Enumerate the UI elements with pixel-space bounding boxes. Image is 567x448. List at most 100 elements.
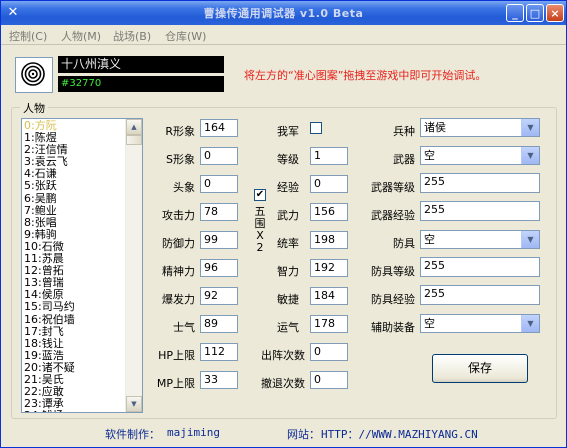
site-url[interactable]: HTTP：//WWW.MAZHIYANG.CN xyxy=(321,426,478,442)
author-label: 软件制作： xyxy=(105,428,160,441)
menu-bar: 控制(C) 人物(M) 战场(B) 仓库(W) xyxy=(1,25,566,45)
character-list[interactable]: 0:方阮 1:陈煜 2:汪信情 3:袁云飞 4:石谦 5:张跃 6:吴鹏 7:鲍业 8:张唱 9:… xyxy=(21,118,143,413)
save-button[interactable]: 保存 xyxy=(432,354,528,383)
minimize-button[interactable]: _ xyxy=(506,4,524,22)
list-item[interactable]: 7:鲍业 xyxy=(23,205,123,217)
head-image-label: 头象 xyxy=(173,181,195,194)
mp-max-field[interactable]: 33 xyxy=(200,371,238,389)
list-item[interactable]: 21:吴氏 xyxy=(23,374,123,386)
sorties-field[interactable]: 0 xyxy=(310,343,348,361)
list-item[interactable]: 18:钱让 xyxy=(23,338,123,350)
attack-field[interactable]: 78 xyxy=(200,203,238,221)
armor-exp-field[interactable]: 255 xyxy=(420,285,540,305)
agility-field[interactable]: 184 xyxy=(310,287,348,305)
list-item[interactable]: 15:司马约 xyxy=(23,301,123,313)
list-item[interactable]: 11:苏晨 xyxy=(23,253,123,265)
menu-warehouse[interactable]: 仓库(W) xyxy=(165,28,206,44)
our-army-label: 我军 xyxy=(277,125,299,138)
accessory-value: 空 xyxy=(424,317,435,330)
list-item[interactable]: 19:蓝浩 xyxy=(23,350,123,362)
scroll-down-icon[interactable]: ▼ xyxy=(126,396,142,412)
scroll-thumb[interactable] xyxy=(126,135,142,145)
list-item[interactable]: 23:谭承 xyxy=(23,398,123,410)
spirit-label: 精神力 xyxy=(162,265,195,278)
close-button[interactable]: × xyxy=(546,4,564,22)
weapon-select[interactable]: 空 ▼ xyxy=(420,146,540,165)
accessory-select[interactable]: 空 ▼ xyxy=(420,314,540,333)
chevron-down-icon[interactable]: ▼ xyxy=(521,315,539,332)
exp-label: 经验 xyxy=(277,181,299,194)
command-field[interactable]: 198 xyxy=(310,231,348,249)
spirit-field[interactable]: 96 xyxy=(200,259,238,277)
morale-label: 士气 xyxy=(173,321,195,334)
defense-label: 防御力 xyxy=(162,237,195,250)
attack-label: 攻击力 xyxy=(162,209,195,222)
hp-max-field[interactable]: 112 xyxy=(200,343,238,361)
chevron-down-icon[interactable]: ▼ xyxy=(521,119,539,136)
weapon-exp-field[interactable]: 255 xyxy=(420,201,540,221)
menu-battlefield[interactable]: 战场(B) xyxy=(113,28,151,44)
command-label: 统率 xyxy=(277,237,299,250)
list-item[interactable]: 8:张唱 xyxy=(23,217,123,229)
intel-label: 智力 xyxy=(277,265,299,278)
head-image-field[interactable]: 0 xyxy=(200,175,238,193)
list-item[interactable]: 2:汪信情 xyxy=(23,144,123,156)
list-item[interactable]: 14:侯原 xyxy=(23,289,123,301)
defense-field[interactable]: 99 xyxy=(200,231,238,249)
intel-field[interactable]: 192 xyxy=(310,259,348,277)
list-item[interactable]: 4:石谦 xyxy=(23,168,123,180)
armor-level-label: 防具等级 xyxy=(371,265,415,278)
our-army-checkbox[interactable] xyxy=(310,122,322,134)
list-item[interactable]: 0:方阮 xyxy=(23,120,123,132)
scroll-up-icon[interactable]: ▲ xyxy=(126,119,142,135)
list-item[interactable]: 3:袁云飞 xyxy=(23,156,123,168)
retreats-field[interactable]: 0 xyxy=(310,371,348,389)
list-item[interactable]: 20:诸不疑 xyxy=(23,362,123,374)
exp-field[interactable]: 0 xyxy=(310,175,348,193)
list-item[interactable]: 6:吴鹏 xyxy=(23,193,123,205)
list-item[interactable]: 12:曾拓 xyxy=(23,265,123,277)
hp-max-label: HP上限 xyxy=(158,349,195,362)
force-label: 武力 xyxy=(277,209,299,222)
list-item[interactable]: 17:封飞 xyxy=(23,326,123,338)
crosshair-icon xyxy=(21,62,45,86)
list-item[interactable]: 1:陈煜 xyxy=(23,132,123,144)
r-image-field[interactable]: 164 xyxy=(200,119,238,137)
weapon-level-field[interactable]: 255 xyxy=(420,173,540,193)
luck-label: 运气 xyxy=(277,321,299,334)
list-item[interactable]: 13:曾瑞 xyxy=(23,277,123,289)
chevron-down-icon[interactable]: ▼ xyxy=(521,147,539,164)
instruction-text: 将左方的“准心图案”拖拽至游戏中即可开始调试。 xyxy=(244,69,487,82)
burst-label: 爆发力 xyxy=(162,293,195,306)
list-item[interactable]: 5:张跃 xyxy=(23,180,123,192)
weapon-level-label: 武器等级 xyxy=(371,181,415,194)
armor-level-field[interactable]: 255 xyxy=(420,257,540,277)
chevron-down-icon[interactable]: ▼ xyxy=(521,231,539,248)
troop-type-select[interactable]: 诸侯 ▼ xyxy=(420,118,540,137)
list-item[interactable]: 16:祝伯墙 xyxy=(23,314,123,326)
r-image-label: R形象 xyxy=(165,125,195,138)
list-item[interactable]: 10:石微 xyxy=(23,241,123,253)
armor-exp-label: 防具经验 xyxy=(371,293,415,306)
game-name: 十八州滇义 xyxy=(58,56,224,73)
morale-field[interactable]: 89 xyxy=(200,315,238,333)
list-item[interactable]: 24:钱扬 xyxy=(23,410,123,412)
list-scrollbar[interactable]: ▲ ▼ xyxy=(125,119,142,412)
burst-field[interactable]: 92 xyxy=(200,287,238,305)
title-bar[interactable]: ✕ 曹操传通用调试器 v1.0 Beta _ □ × xyxy=(1,1,566,25)
troop-type-value: 诸侯 xyxy=(424,121,446,134)
site-label: 网站： xyxy=(287,428,320,441)
menu-control[interactable]: 控制(C) xyxy=(9,28,47,44)
luck-field[interactable]: 178 xyxy=(310,315,348,333)
s-image-label: S形象 xyxy=(166,153,195,166)
maximize-button[interactable]: □ xyxy=(526,4,544,22)
armor-select[interactable]: 空 ▼ xyxy=(420,230,540,249)
level-field[interactable]: 1 xyxy=(310,147,348,165)
force-field[interactable]: 156 xyxy=(310,203,348,221)
list-item[interactable]: 9:韩驹 xyxy=(23,229,123,241)
list-item[interactable]: 22:应敢 xyxy=(23,386,123,398)
mp-max-label: MP上限 xyxy=(156,377,195,390)
menu-character[interactable]: 人物(M) xyxy=(61,28,101,44)
s-image-field[interactable]: 0 xyxy=(200,147,238,165)
crosshair-target[interactable] xyxy=(15,57,53,93)
